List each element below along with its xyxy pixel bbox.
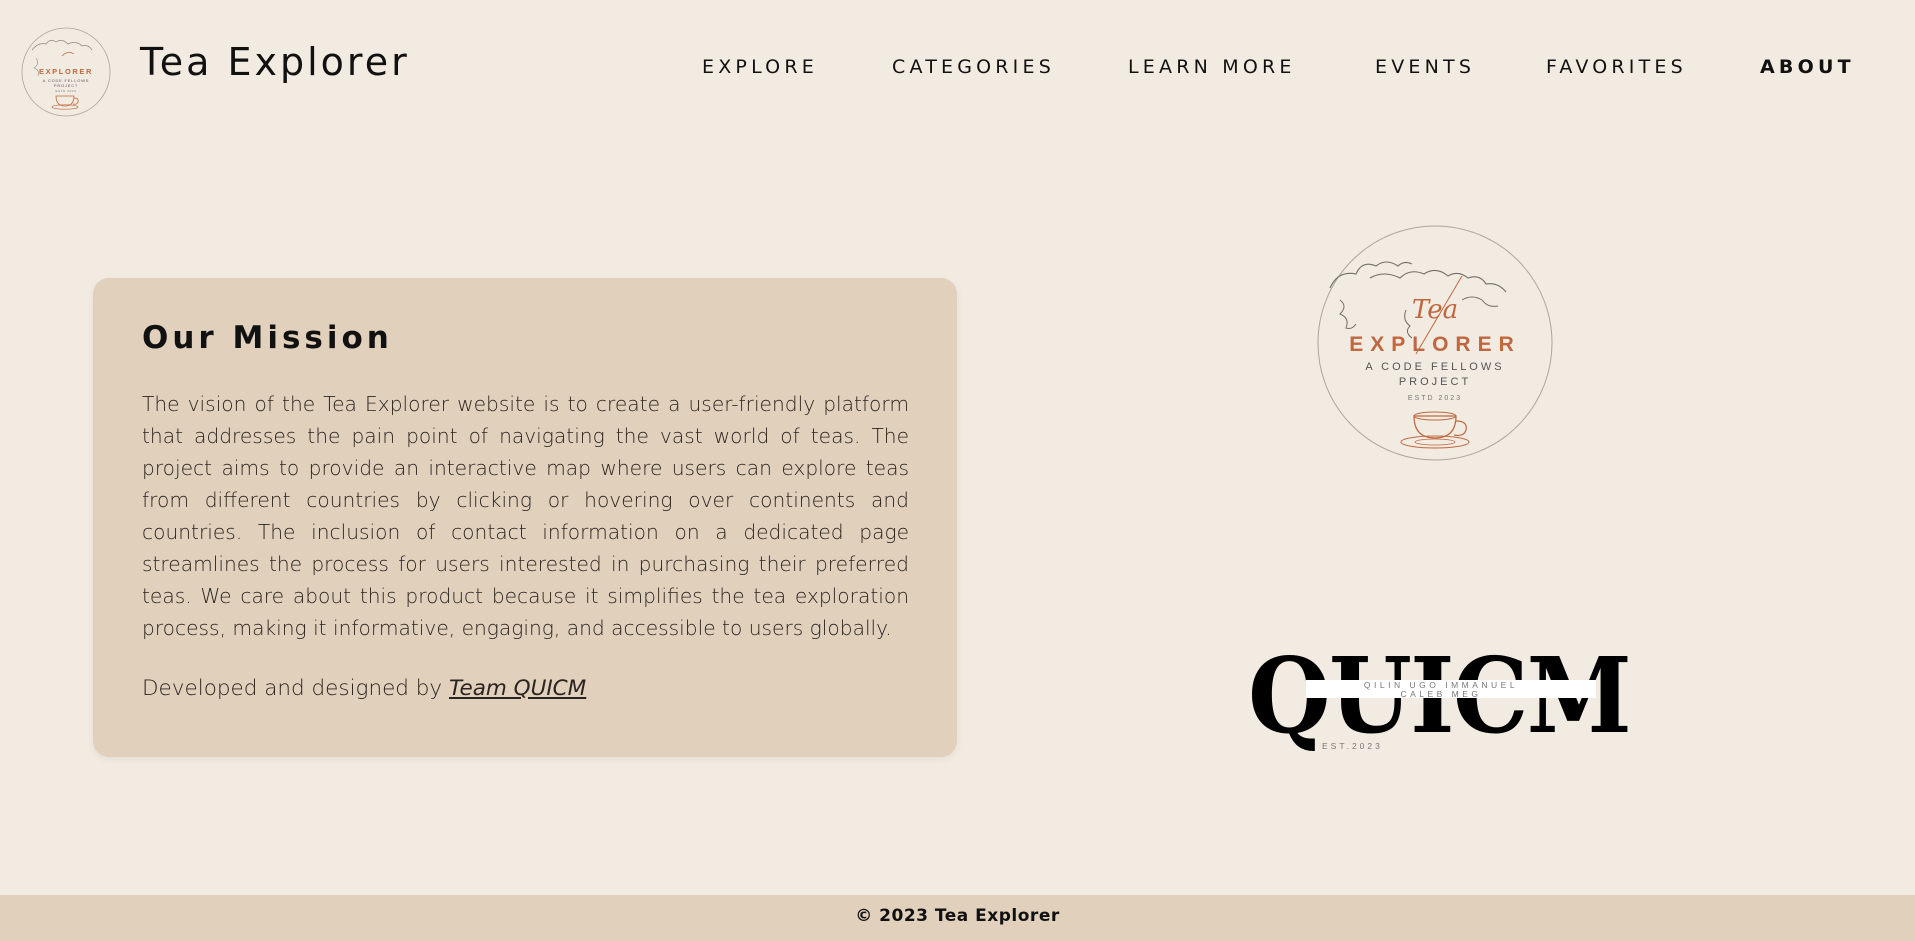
nav-explore[interactable]: EXPLORE bbox=[702, 56, 818, 78]
team-quicm-logo: QUICM QILIN UGO IMMANUEL CALEB MEG EST.2… bbox=[1248, 648, 1632, 757]
brand-established: ESTD 2023 bbox=[1408, 395, 1462, 402]
nav-favorites[interactable]: FAVORITES bbox=[1546, 56, 1687, 78]
brand-word: EXPLORER bbox=[1349, 333, 1521, 356]
team-established: EST.2023 bbox=[1322, 741, 1383, 751]
team-quicm-link[interactable]: Team QUICM bbox=[449, 676, 586, 701]
team-members-2: CALEB MEG bbox=[1400, 689, 1481, 699]
mission-body: The vision of the Tea Explorer website i… bbox=[142, 392, 909, 640]
brand-line-2: PROJECT bbox=[1399, 376, 1471, 388]
site-header: EXPLORER A CODE FELLOWS PROJECT ESTD 202… bbox=[0, 0, 1915, 140]
mission-title: Our Mission bbox=[142, 320, 393, 356]
team-wordmark: QUICM bbox=[1248, 648, 1630, 757]
brand-script: Tea bbox=[1412, 295, 1458, 325]
tea-explorer-brand-logo: Tea EXPLORER A CODE FELLOWS PROJECT ESTD… bbox=[1317, 225, 1553, 461]
credit-line: Developed and designed by Team QUICM bbox=[142, 676, 909, 701]
credit-prefix: Developed and designed by bbox=[142, 676, 443, 701]
logo-established: ESTD 2023 bbox=[56, 89, 77, 93]
main-nav: EXPLORE CATEGORIES LEARN MORE EVENTS FAV… bbox=[0, 56, 1915, 86]
site-footer: © 2023 Tea Explorer bbox=[0, 895, 1915, 941]
nav-categories[interactable]: CATEGORIES bbox=[892, 56, 1055, 78]
nav-about[interactable]: ABOUT bbox=[1760, 56, 1855, 78]
brand-line-1: A CODE FELLOWS bbox=[1365, 361, 1504, 373]
footer-copyright: © 2023 Tea Explorer bbox=[855, 906, 1060, 926]
nav-learn-more[interactable]: LEARN MORE bbox=[1128, 56, 1296, 78]
nav-events[interactable]: EVENTS bbox=[1375, 56, 1475, 78]
mission-card: Our Mission The vision of the Tea Explor… bbox=[93, 278, 957, 757]
